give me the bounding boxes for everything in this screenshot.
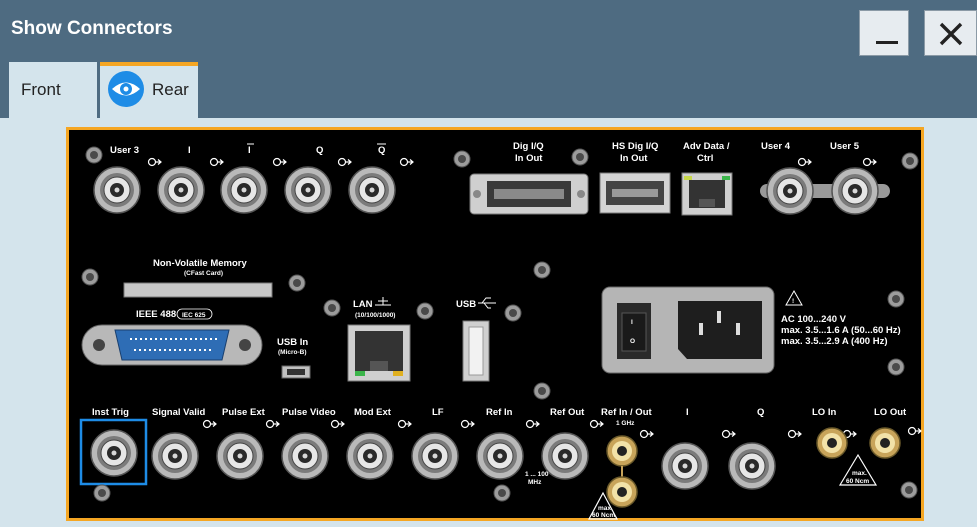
label-pulse-video: Pulse Video (282, 407, 336, 418)
svg-text:!: ! (792, 298, 794, 305)
power-spec-line2: max. 3.5...1.6 A (50...60 Hz) (781, 325, 901, 336)
connector-signal-valid[interactable] (151, 432, 199, 480)
label-iec-625: IEC 625 (182, 312, 206, 319)
label-lf: LF (432, 407, 444, 418)
tab-front-label: Front (21, 80, 61, 99)
label-hs-dig-iq-sub: In Out (620, 153, 648, 164)
label-i-top: I (188, 145, 191, 156)
connector-lf[interactable] (411, 432, 459, 480)
label-non-volatile-memory: Non-Volatile Memory (153, 258, 247, 269)
label-signal-valid: Signal Valid (152, 407, 206, 418)
label-usb-in: USB In (277, 337, 308, 348)
svg-text:60 Ncm: 60 Ncm (592, 512, 615, 519)
label-lo-out: LO Out (874, 407, 907, 418)
connector-dig-iq[interactable] (469, 173, 589, 215)
rear-panel-frame: User 3 I I Q Q Dig I/Q In Out HS Dig I/Q… (66, 127, 924, 521)
label-mod-ext: Mod Ext (354, 407, 392, 418)
connector-pulse-video[interactable] (281, 432, 329, 480)
connector-usb-in[interactable] (281, 365, 311, 379)
label-ieee-488: IEEE 488 (136, 309, 176, 320)
label-adv-data: Adv Data / (683, 141, 730, 152)
connector-qbar-top[interactable] (348, 166, 396, 214)
label-qbar-top: Q (378, 145, 385, 156)
connector-adv-data-ctrl[interactable] (681, 172, 733, 216)
svg-text:max.: max. (852, 470, 867, 477)
connector-ieee-488[interactable] (81, 324, 263, 366)
connector-ibar-top[interactable] (220, 166, 268, 214)
connector-lo-out[interactable] (869, 427, 901, 459)
connector-inst-trig[interactable] (79, 418, 148, 486)
label-ref-freq: 1 ... 100 (525, 471, 549, 478)
connector-lo-in[interactable] (816, 427, 848, 459)
connector-i-top[interactable] (157, 166, 205, 214)
connector-q-bottom[interactable] (728, 442, 776, 490)
tab-front[interactable]: Front (9, 62, 97, 118)
label-hs-dig-iq: HS Dig I/Q (612, 141, 658, 152)
label-dig-iq-sub: In Out (515, 153, 543, 164)
connector-user3[interactable] (93, 166, 141, 214)
torque-warning-lo: max. 60 Ncm (838, 453, 878, 486)
label-user5: User 5 (830, 141, 860, 152)
connector-q-top[interactable] (284, 166, 332, 214)
label-lan-speed: (10/100/1000) (355, 312, 395, 319)
tab-rear-label: Rear (152, 80, 189, 99)
connector-pulse-ext[interactable] (216, 432, 264, 480)
connector-ref-in[interactable] (476, 432, 524, 480)
connector-usb[interactable] (462, 320, 490, 382)
label-ibar-top: I (248, 145, 251, 156)
window-title: Show Connectors (11, 18, 173, 39)
label-q-top: Q (316, 145, 323, 156)
svg-text:60 Ncm: 60 Ncm (846, 478, 869, 485)
power-switch-off: O (630, 338, 635, 345)
eye-icon (108, 71, 144, 107)
cfast-card-slot[interactable] (123, 282, 273, 298)
label-inst-trig: Inst Trig (92, 407, 129, 418)
connector-mod-ext[interactable] (346, 432, 394, 480)
label-ref-in-out-freq: 1 GHz (616, 420, 635, 427)
label-q-bottom: Q (757, 407, 764, 418)
show-connectors-window: Show Connectors Front Rear User 3 I I Q … (0, 0, 977, 527)
label-cfast-card: (CFast Card) (184, 270, 223, 277)
label-ref-out: Ref Out (550, 407, 585, 418)
power-spec-line3: max. 3.5...2.9 A (400 Hz) (781, 336, 888, 347)
network-icon (375, 297, 391, 306)
power-switch-on: I (631, 319, 633, 326)
power-spec-line1: AC 100...240 V (781, 314, 847, 325)
label-adv-data-sub: Ctrl (697, 153, 713, 164)
connector-hs-dig-iq[interactable] (599, 172, 671, 214)
svg-text:max.: max. (598, 505, 613, 512)
label-user4: User 4 (761, 141, 791, 152)
label-i-bottom: I (686, 407, 689, 418)
label-dig-iq: Dig I/Q (513, 141, 544, 152)
connector-lan[interactable] (347, 324, 411, 382)
label-micro-b: (Micro-B) (278, 349, 307, 356)
minimize-icon (876, 41, 898, 44)
tab-strip: Front Rear (0, 58, 977, 118)
power-inlet[interactable]: I O (601, 286, 775, 374)
connector-ref-in-out-1ghz[interactable] (606, 435, 638, 508)
title-bar: Show Connectors (0, 0, 977, 58)
label-usb: USB (456, 299, 476, 310)
minimize-button[interactable] (859, 10, 909, 56)
label-pulse-ext: Pulse Ext (222, 407, 266, 418)
label-lo-in: LO In (812, 407, 836, 418)
connector-ref-out[interactable] (541, 432, 589, 480)
label-user3: User 3 (110, 145, 139, 156)
rear-panel: User 3 I I Q Q Dig I/Q In Out HS Dig I/Q… (79, 141, 922, 520)
label-lan: LAN (353, 299, 373, 310)
label-ref-in: Ref In (486, 407, 513, 418)
connector-i-bottom[interactable] (661, 442, 709, 490)
close-button[interactable] (924, 10, 977, 56)
connector-user5[interactable] (831, 167, 879, 215)
close-icon (939, 22, 963, 46)
label-ref-in-out: Ref In / Out (601, 407, 653, 418)
usb-icon (478, 297, 496, 309)
tab-rear[interactable]: Rear (100, 62, 198, 118)
label-ref-freq-unit: MHz (528, 479, 542, 486)
